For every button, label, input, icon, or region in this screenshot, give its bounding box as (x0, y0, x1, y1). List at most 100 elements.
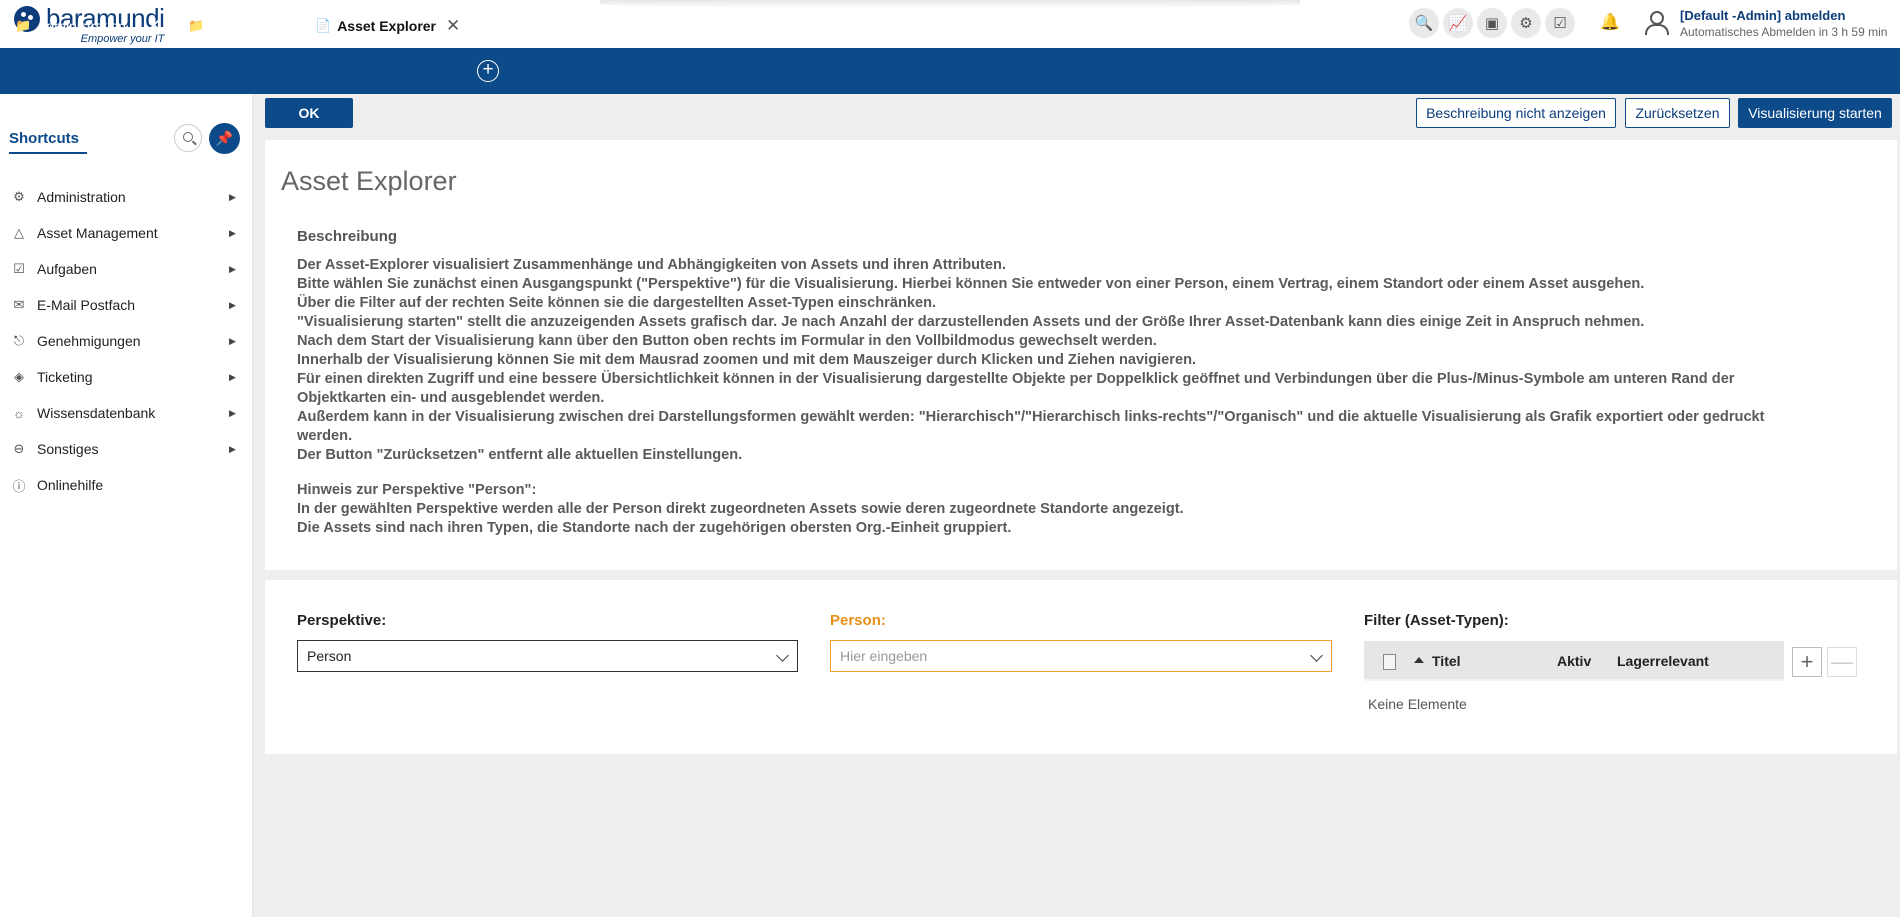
mail-icon: ✉ (13, 297, 25, 312)
add-filter-button[interactable]: + (1792, 647, 1822, 677)
remove-filter-button[interactable]: — (1827, 647, 1857, 677)
person-input-placeholder: Hier eingeben (840, 648, 928, 664)
tab-administration[interactable]: 📁 Administration ✕ (0, 6, 170, 46)
sidebar-item-label: Asset Management (37, 225, 158, 241)
sidebar-item-onlinehilfe[interactable]: ⓘ Onlinehilfe (0, 470, 253, 500)
sidebar-item-label: Genehmigungen (37, 333, 141, 349)
sidebar-item-label: Onlinehilfe (37, 477, 104, 493)
sidebar-item-genehmigungen[interactable]: ⎋ Genehmigungen ▶ (0, 326, 253, 356)
person-label: Person: (830, 612, 886, 629)
folder-icon: 📁 (188, 18, 205, 33)
bell-icon[interactable]: 🔔 (1600, 12, 1620, 32)
description-line: Außerdem kann in der Visualisierung zwis… (297, 409, 1765, 425)
document-icon: 📄 (315, 18, 332, 33)
sidebar-item-wissensdatenbank[interactable]: ☼ Wissensdatenbank ▶ (0, 398, 253, 428)
tab-label: Tickets (210, 18, 255, 34)
globe-icon: ◈ (14, 369, 24, 384)
filter-empty-message: Keine Elemente (1368, 696, 1467, 712)
search-analytics-icon[interactable]: 🔍 (1409, 8, 1439, 38)
start-visualization-button[interactable]: Visualisierung starten (1738, 98, 1892, 128)
tab-asset-explorer[interactable]: 📄 Asset Explorer ✕ (298, 6, 468, 46)
column-header-title[interactable]: Titel (1432, 653, 1461, 669)
description-heading: Beschreibung (297, 228, 398, 245)
column-header-active[interactable]: Aktiv (1557, 653, 1591, 669)
org-chart-icon[interactable]: ⚙ (1511, 8, 1541, 38)
hide-description-button[interactable]: Beschreibung nicht anzeigen (1416, 98, 1616, 128)
sidebar-item-sonstiges[interactable]: ⊖ Sonstiges ▶ (0, 434, 253, 464)
chevron-right-icon: ▶ (229, 371, 236, 382)
sidebar-item-label: Administration (37, 189, 126, 205)
gear-icon: ⚙ (13, 189, 25, 204)
sidebar-item-label: Aufgaben (37, 261, 97, 277)
sidebar-item-email[interactable]: ✉ E-Mail Postfach ▶ (0, 290, 253, 320)
reset-button[interactable]: Zurücksetzen (1625, 98, 1730, 128)
person-combobox[interactable]: Hier eingeben (830, 640, 1332, 672)
hint-line: Die Assets sind nach ihren Typen, die St… (297, 520, 1012, 536)
sidebar: Shortcuts 📌 ⚙ Administration ▶ △ Asset M… (0, 94, 253, 917)
perspective-select-value: Person (307, 648, 352, 664)
auto-logout-timer: Automatisches Abmelden in 3 h 59 min (1680, 25, 1888, 39)
sidebar-item-asset-management[interactable]: △ Asset Management ▶ (0, 218, 253, 248)
more-icon: ⊖ (13, 441, 25, 456)
hint-line: In der gewählten Perspektive werden alle… (297, 501, 1184, 517)
filter-table-header: Titel Aktiv Lagerrelevant (1364, 641, 1784, 681)
sidebar-item-label: E-Mail Postfach (37, 297, 136, 313)
description-line: Für einen direkten Zugriff und eine bess… (297, 371, 1735, 387)
chevron-right-icon: ▶ (229, 263, 236, 274)
user-icon[interactable] (1642, 9, 1669, 35)
lightbulb-icon: ☼ (13, 405, 25, 421)
folder-icon: 📁 (15, 18, 32, 33)
sidebar-item-ticketing[interactable]: ◈ Ticketing ▶ (0, 362, 253, 392)
chevron-right-icon: ▶ (229, 191, 236, 202)
header-decoration (600, 0, 1300, 8)
chevron-down-icon (776, 649, 789, 662)
hierarchy-icon: △ (14, 225, 24, 240)
sidebar-item-label: Ticketing (37, 369, 93, 385)
pin-icon[interactable]: 📌 (209, 123, 240, 154)
sort-ascending-icon[interactable] (1414, 657, 1424, 663)
description-line: Bitte wählen Sie zunächst einen Ausgangs… (297, 276, 1645, 292)
sidebar-title-underline (9, 152, 87, 154)
chart-icon[interactable]: 📈 (1443, 8, 1473, 38)
ok-button[interactable]: OK (265, 98, 353, 128)
chevron-right-icon: ▶ (229, 227, 236, 238)
tab-label: Asset Explorer (337, 18, 437, 34)
tab-bar (0, 48, 1900, 94)
help-icon: ⓘ (12, 478, 26, 494)
clipboard-icon: ☑ (13, 261, 25, 276)
tab-label: Administration (37, 18, 126, 34)
perspective-select[interactable]: Person (297, 640, 798, 672)
description-line: werden. (297, 428, 353, 444)
chevron-right-icon: ▶ (229, 407, 236, 418)
column-header-stock-relevant[interactable]: Lagerrelevant (1617, 653, 1709, 669)
sidebar-item-administration[interactable]: ⚙ Administration ▶ (0, 182, 253, 212)
user-logout-link[interactable]: [Default -Admin] abmelden (1680, 8, 1845, 23)
search-icon[interactable] (174, 124, 202, 152)
description-line: "Visualisierung starten" stellt die anzu… (297, 314, 1645, 330)
add-tab-button[interactable]: + (477, 60, 499, 82)
perspective-label: Perspektive: (297, 612, 387, 629)
tab-tickets[interactable]: 📁 Tickets ✕ (170, 6, 298, 46)
page-title: Asset Explorer (281, 166, 457, 196)
description-line: Innerhalb der Visualisierung können Sie … (297, 352, 1197, 368)
close-icon[interactable]: ✕ (274, 16, 288, 36)
chevron-right-icon: ▶ (229, 335, 236, 346)
sidebar-item-label: Sonstiges (37, 441, 99, 457)
description-line: Objektkarten ein- und ausgeblendet werde… (297, 390, 605, 406)
description-line: Über die Filter auf der rechten Seite kö… (297, 295, 937, 311)
sidebar-title[interactable]: Shortcuts (9, 130, 79, 147)
chevron-down-icon[interactable] (1310, 649, 1323, 662)
document-icon (1383, 654, 1396, 670)
description-line: Nach dem Start der Visualisierung kann ü… (297, 333, 1157, 349)
description-line: Der Button "Zurücksetzen" entfernt alle … (297, 447, 743, 463)
chevron-right-icon: ▶ (229, 299, 236, 310)
clipboard-check-icon[interactable]: ☑ (1545, 8, 1575, 38)
close-icon[interactable]: ✕ (446, 16, 460, 36)
close-icon[interactable]: ✕ (147, 16, 161, 36)
sidebar-item-aufgaben[interactable]: ☑ Aufgaben ▶ (0, 254, 253, 284)
sidebar-item-label: Wissensdatenbank (37, 405, 156, 421)
filter-label: Filter (Asset-Typen): (1364, 612, 1509, 629)
hint-heading: Hinweis zur Perspektive "Person": (297, 482, 537, 498)
dashboard-icon[interactable]: ▣ (1477, 8, 1507, 38)
header-quick-icons: 🔍 📈 ▣ ⚙ ☑ (1409, 8, 1575, 38)
